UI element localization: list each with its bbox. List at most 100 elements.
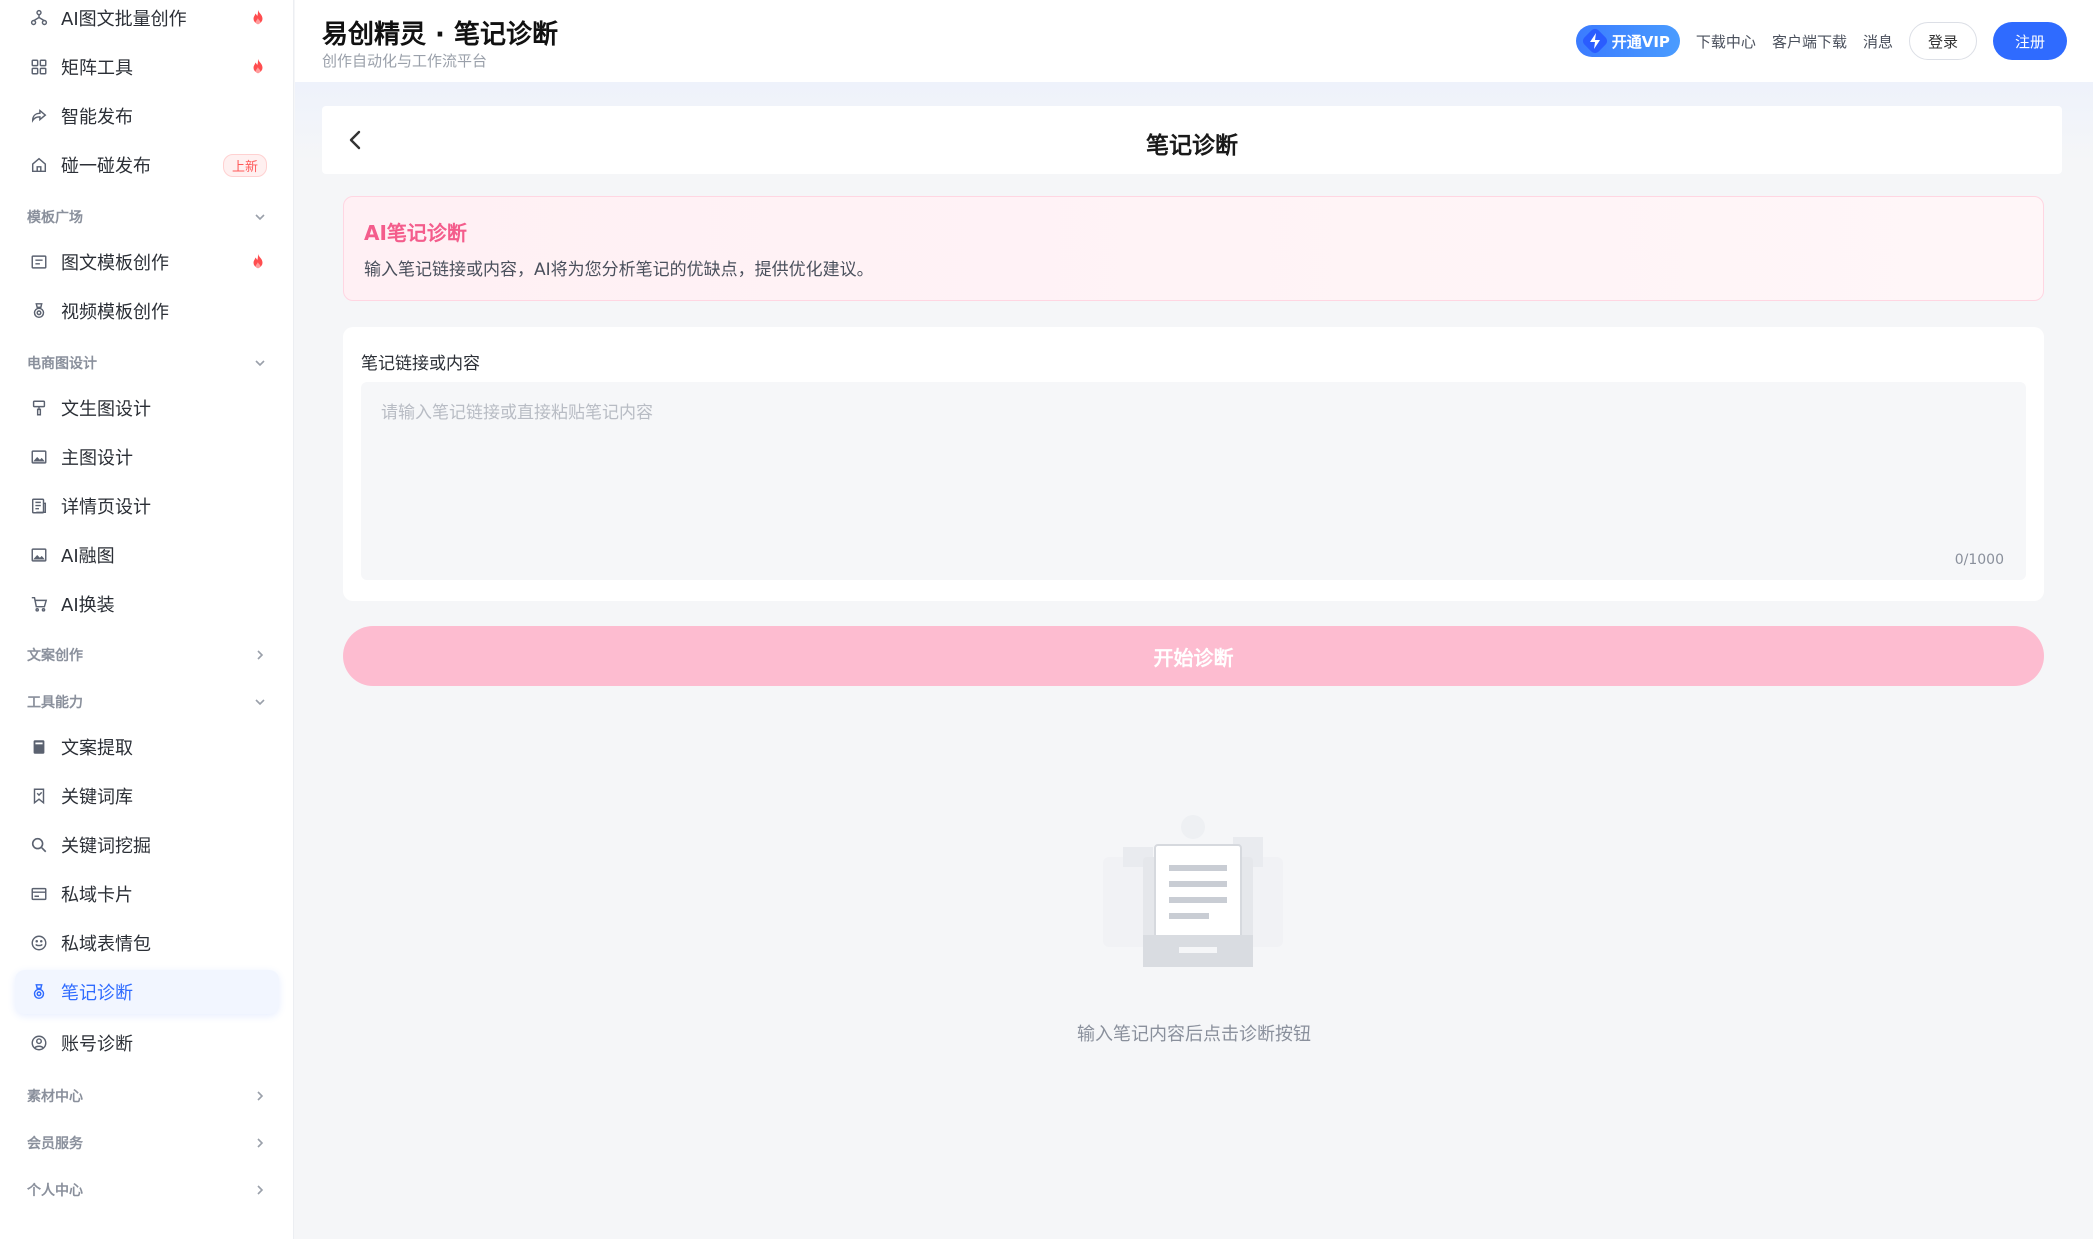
note-field-label: 笔记链接或内容 <box>361 354 480 374</box>
sidebar-item-video-template[interactable]: 视频模板创作 <box>15 289 279 333</box>
note-input-wrapper: 0/1000 <box>361 382 2026 580</box>
sidebar-item-keyword-mining[interactable]: 关键词挖掘 <box>15 823 279 867</box>
sidebar-item-label: 私域卡片 <box>61 885 133 906</box>
medal-icon <box>29 982 49 1002</box>
chevron-right-icon <box>257 1185 264 1195</box>
sidebar-item-label: 矩阵工具 <box>61 58 133 79</box>
image-card-icon <box>29 252 49 272</box>
group-label: 工具能力 <box>27 695 83 711</box>
sidebar-item-image-template[interactable]: 图文模板创作 <box>15 240 279 284</box>
lightning-icon <box>1582 28 1607 54</box>
picture-icon <box>29 447 49 467</box>
register-button[interactable]: 注册 <box>1992 22 2067 60</box>
page-topbar: 笔记诊断 <box>322 106 2062 174</box>
sidebar-item-label: 碰一碰发布 <box>61 156 151 177</box>
info-banner: AI笔记诊断 输入笔记链接或内容，AI将为您分析笔记的优缺点，提供优化建议。 <box>343 196 2044 301</box>
vip-label: 开通VIP <box>1611 32 1670 51</box>
sidebar-item-account-diagnosis[interactable]: 账号诊断 <box>15 1021 279 1065</box>
sidebar-item-label: 文生图设计 <box>61 399 151 420</box>
group-header-tools[interactable]: 工具能力 <box>27 688 267 716</box>
grid-icon <box>29 57 49 77</box>
chevron-down-icon <box>255 699 265 706</box>
group-header-personal[interactable]: 个人中心 <box>27 1176 267 1204</box>
group-label: 文案创作 <box>27 648 83 664</box>
user-circle-icon <box>29 1033 49 1053</box>
note-input[interactable] <box>361 382 2026 580</box>
input-card: 笔记链接或内容 0/1000 <box>343 327 2044 601</box>
picture-icon <box>29 545 49 565</box>
book-icon <box>29 737 49 757</box>
download-center-link[interactable]: 下载中心 <box>1696 31 1756 52</box>
chevron-down-icon <box>255 214 265 221</box>
sidebar-item-label: AI融图 <box>61 546 115 567</box>
group-label: 会员服务 <box>27 1136 83 1152</box>
sidebar-item-text-extract[interactable]: 文案提取 <box>15 725 279 769</box>
sidebar-item-smart-publish[interactable]: 智能发布 <box>15 94 279 138</box>
chevron-right-icon <box>257 1091 264 1101</box>
sidebar-item-label: 主图设计 <box>61 448 133 469</box>
chevron-right-icon <box>257 1138 264 1148</box>
login-button[interactable]: 登录 <box>1908 22 1977 60</box>
fire-icon <box>253 9 263 25</box>
group-label: 个人中心 <box>27 1183 83 1199</box>
client-download-link[interactable]: 客户端下载 <box>1772 31 1847 52</box>
sidebar-item-label: 关键词库 <box>61 787 133 808</box>
chevron-down-icon <box>255 360 265 367</box>
group-header-ecommerce[interactable]: 电商图设计 <box>27 349 267 377</box>
sidebar-item-label: 私域表情包 <box>61 934 151 955</box>
empty-document-icon <box>1103 815 1283 967</box>
fire-icon <box>253 253 263 269</box>
sidebar-item-note-diagnosis[interactable]: 笔记诊断 <box>15 970 279 1014</box>
sidebar-item-ai-batch[interactable]: AI图文批量创作 <box>15 0 279 40</box>
app-subtitle: 创作自动化与工作流平台 <box>322 52 488 70</box>
start-diagnosis-button[interactable]: 开始诊断 <box>343 626 2044 686</box>
info-title: AI笔记诊断 <box>364 221 467 245</box>
cart-icon <box>29 594 49 614</box>
group-header-copywriting[interactable]: 文案创作 <box>27 641 267 669</box>
sidebar-item-private-card[interactable]: 私域卡片 <box>15 872 279 916</box>
sidebar-item-keyword-library[interactable]: 关键词库 <box>15 774 279 818</box>
sidebar-item-label: 图文模板创作 <box>61 253 169 274</box>
sidebar-item-main-image[interactable]: 主图设计 <box>15 435 279 479</box>
chevron-right-icon <box>257 650 264 660</box>
sidebar-item-detail-page[interactable]: 详情页设计 <box>15 484 279 528</box>
group-header-membership[interactable]: 会员服务 <box>27 1129 267 1157</box>
page-title: 笔记诊断 <box>1146 133 1238 159</box>
char-counter: 0/1000 <box>1954 552 2004 568</box>
messages-link[interactable]: 消息 <box>1863 31 1893 52</box>
group-label: 素材中心 <box>27 1089 83 1105</box>
header-actions: 开通VIP 下载中心 客户端下载 消息 登录 注册 <box>1575 22 2067 60</box>
group-label: 模板广场 <box>27 210 83 226</box>
sidebar-item-ai-outfit[interactable]: AI换装 <box>15 582 279 626</box>
sidebar-item-label: 视频模板创作 <box>61 302 169 323</box>
main-content: 笔记诊断 AI笔记诊断 输入笔记链接或内容，AI将为您分析笔记的优缺点，提供优化… <box>295 82 2093 1239</box>
search-icon <box>29 835 49 855</box>
medal-icon <box>29 301 49 321</box>
bookmark-icon <box>29 786 49 806</box>
sidebar-item-tap-publish[interactable]: 碰一碰发布 上新 <box>15 143 279 187</box>
vip-button[interactable]: 开通VIP <box>1575 25 1680 57</box>
group-header-materials[interactable]: 素材中心 <box>27 1082 267 1110</box>
group-label: 电商图设计 <box>27 356 97 372</box>
sidebar-item-label: 智能发布 <box>61 107 133 128</box>
sidebar-item-label: 详情页设计 <box>61 497 151 518</box>
sidebar-item-label: AI换装 <box>61 595 115 616</box>
app-root: AI图文批量创作 矩阵工具 智能发布 碰一碰发布 上新 模板广场 图文模板创作 … <box>0 0 2093 1239</box>
sidebar-item-private-emoji[interactable]: 私域表情包 <box>15 921 279 965</box>
sidebar-item-ai-blend[interactable]: AI融图 <box>15 533 279 577</box>
brush-icon <box>29 398 49 418</box>
group-header-templates[interactable]: 模板广场 <box>27 203 267 231</box>
sidebar-item-label: 文案提取 <box>61 738 133 759</box>
sidebar-item-label: 账号诊断 <box>61 1034 133 1055</box>
sidebar-item-matrix[interactable]: 矩阵工具 <box>15 45 279 89</box>
new-badge: 上新 <box>222 153 267 177</box>
smile-icon <box>29 933 49 953</box>
empty-state-text: 输入笔记内容后点击诊断按钮 <box>1077 1024 1311 1045</box>
detail-page-icon <box>29 496 49 516</box>
sidebar-item-text-to-image[interactable]: 文生图设计 <box>15 386 279 430</box>
sidebar-item-label: 笔记诊断 <box>61 983 133 1004</box>
sidebar: AI图文批量创作 矩阵工具 智能发布 碰一碰发布 上新 模板广场 图文模板创作 … <box>0 0 294 1239</box>
share-icon <box>29 106 49 126</box>
app-title: 易创精灵 · 笔记诊断 <box>322 20 558 50</box>
sidebar-item-label: AI图文批量创作 <box>61 9 187 30</box>
